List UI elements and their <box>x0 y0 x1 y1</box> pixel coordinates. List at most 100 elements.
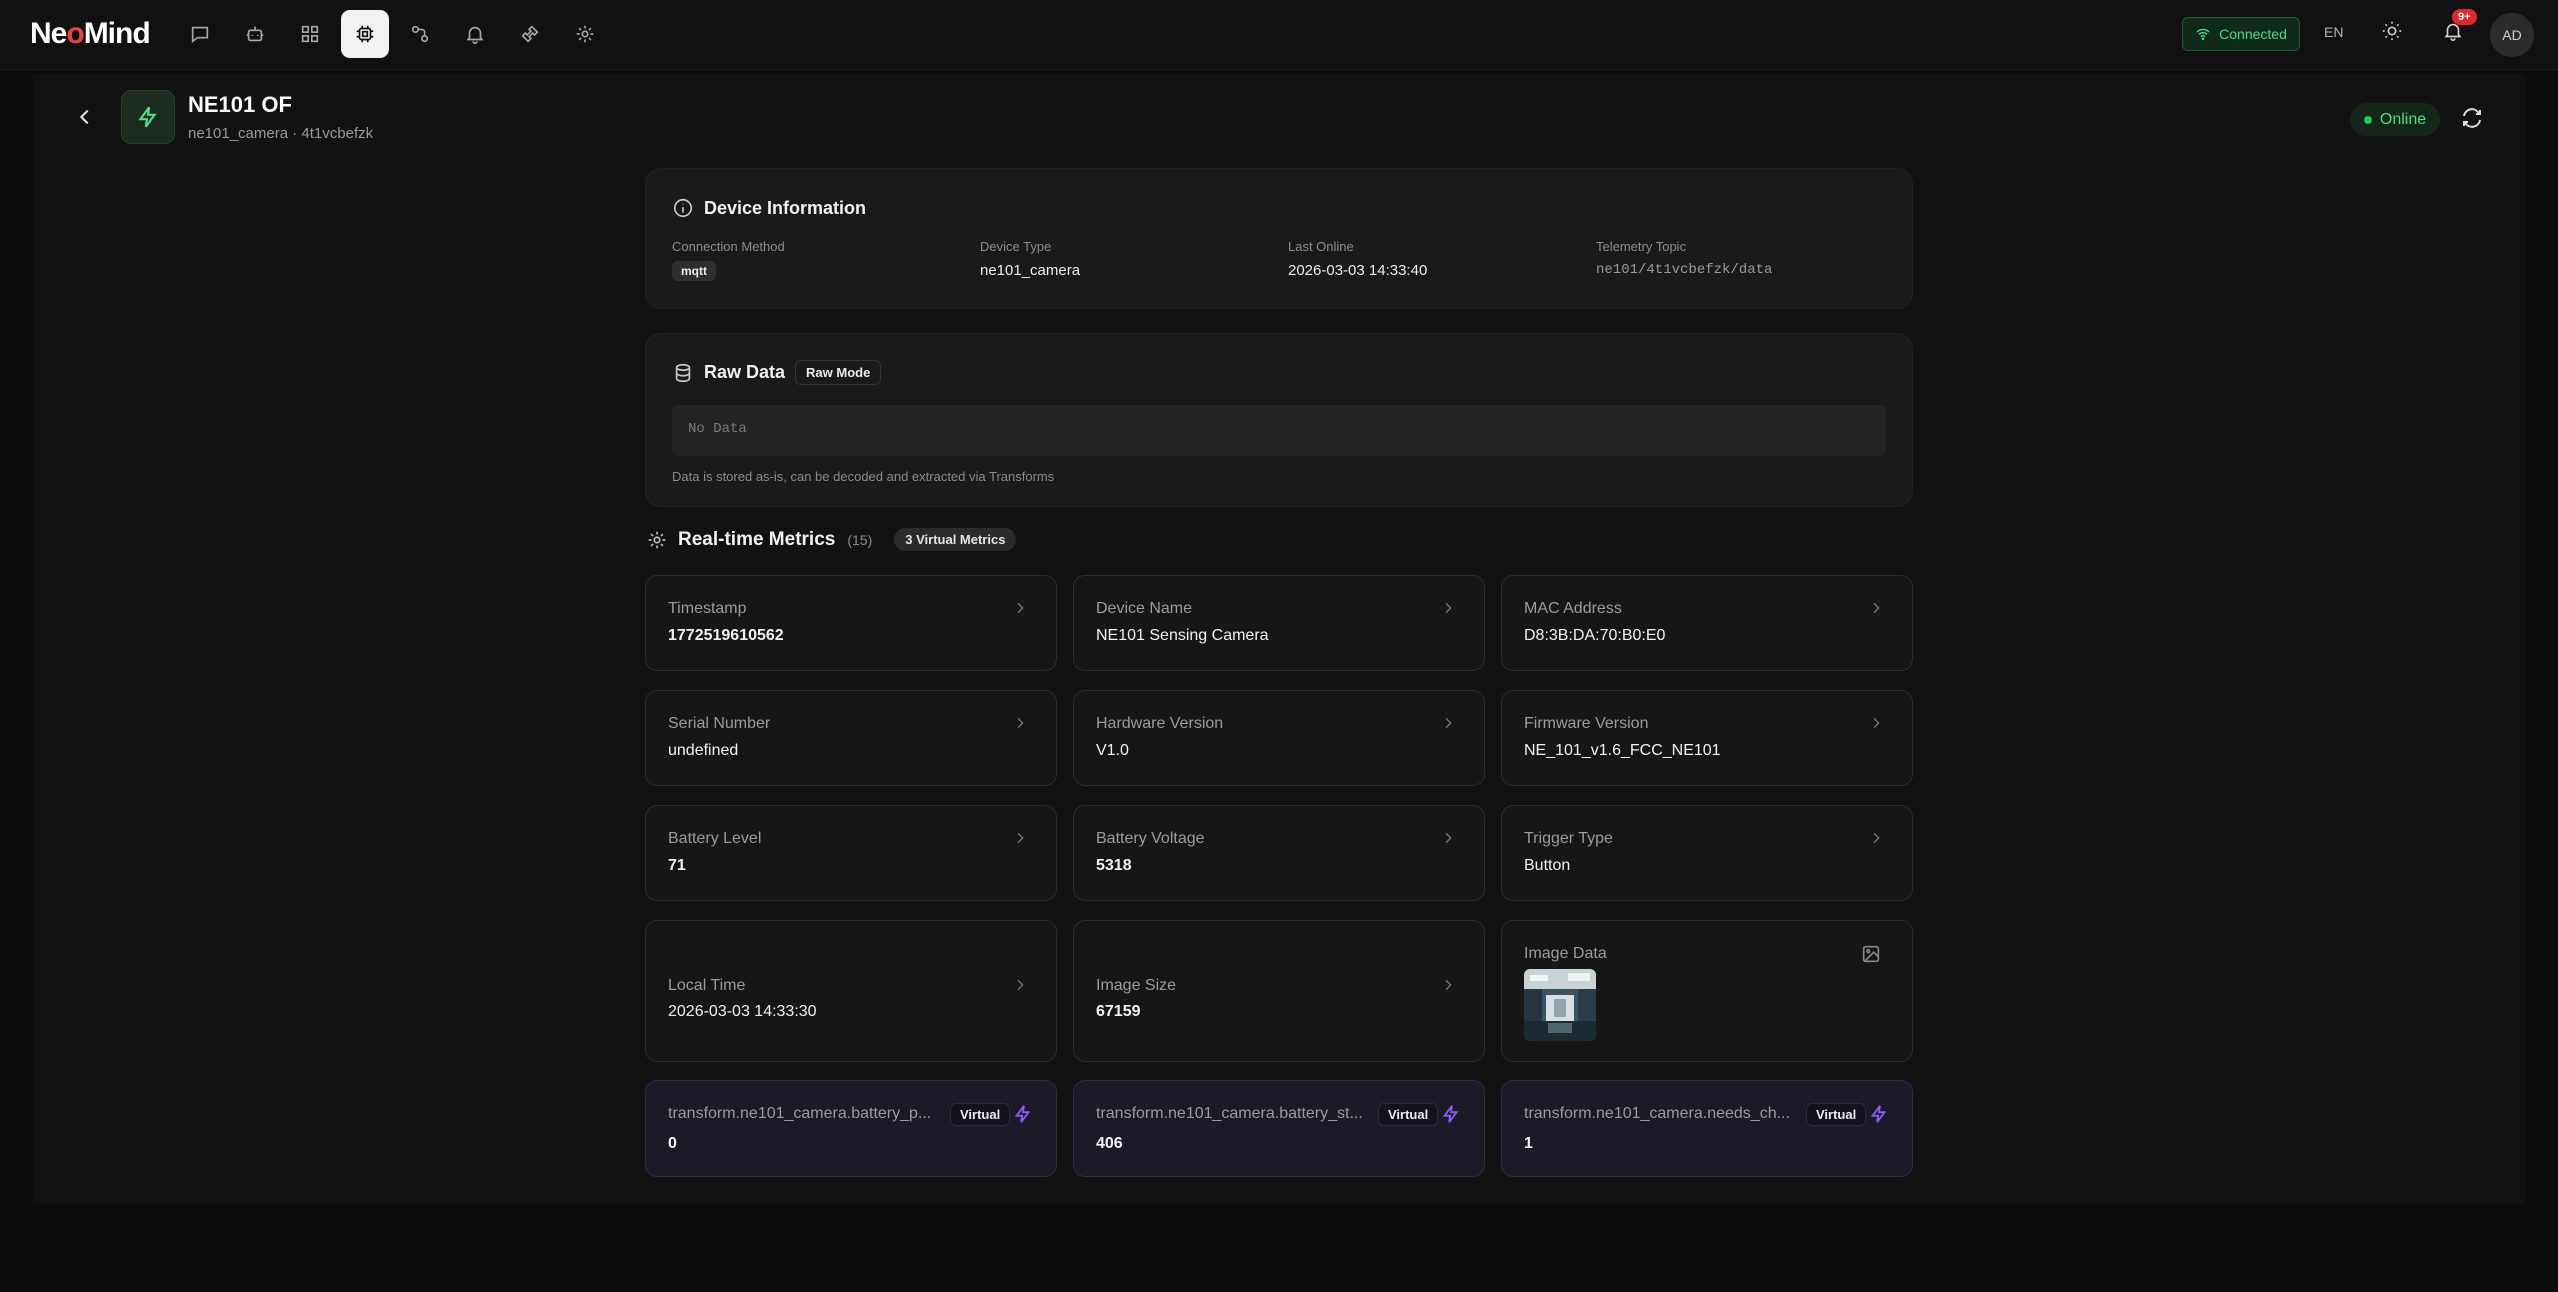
metric-card-device-name[interactable]: Device Name NE101 Sensing Camera <box>1073 575 1485 671</box>
metric-label: transform.ne101_camera.battery_p... <box>668 1105 932 1122</box>
metric-card-image-data[interactable]: Image Data <box>1501 920 1913 1062</box>
last-online-field: Last Online 2026-03-03 14:33:40 <box>1288 239 1427 279</box>
connection-method-value: mqtt <box>672 261 716 281</box>
database-icon <box>675 363 691 382</box>
nav-devices-button[interactable] <box>341 10 389 58</box>
virtual-metric-card-battery-percent[interactable]: transform.ne101_camera.battery_p... Virt… <box>645 1080 1057 1177</box>
language-switcher[interactable]: EN <box>2324 24 2343 40</box>
theme-toggle[interactable] <box>2381 20 2403 47</box>
connection-label: Connected <box>2219 26 2287 42</box>
back-button[interactable] <box>74 106 96 133</box>
metric-card-trigger-type[interactable]: Trigger Type Button <box>1501 805 1913 901</box>
info-icon <box>673 198 693 218</box>
metric-card-timestamp[interactable]: Timestamp 1772519610562 <box>645 575 1057 671</box>
metric-label: Image Data <box>1524 945 1607 962</box>
connection-method-field: Connection Method mqtt <box>672 239 785 281</box>
device-type-field: Device Type ne101_camera <box>980 239 1080 279</box>
metric-label: Serial Number <box>668 715 771 732</box>
realtime-metrics-heading: Real-time Metrics (15) 3 Virtual Metrics <box>646 528 1017 551</box>
metric-card-battery-level[interactable]: Battery Level 71 <box>645 805 1057 901</box>
metric-value: 2026-03-03 14:33:30 <box>668 1003 817 1020</box>
metric-label: transform.ne101_camera.battery_st... <box>1096 1105 1363 1122</box>
chip-icon <box>356 25 374 43</box>
nav-plugins-button[interactable] <box>506 10 554 58</box>
metric-card-image-size[interactable]: Image Size 67159 <box>1073 920 1485 1062</box>
metric-label: Device Name <box>1096 600 1193 617</box>
chevron-left-icon <box>79 109 89 125</box>
metric-card-firmware-version[interactable]: Firmware Version NE_101_v1.6_FCC_NE101 <box>1501 690 1913 786</box>
nav-chat-button[interactable] <box>176 10 224 58</box>
last-online-label: Last Online <box>1288 239 1354 254</box>
sun-icon <box>2382 21 2402 41</box>
device-information-heading: Device Information <box>672 197 866 219</box>
user-avatar[interactable]: AD <box>2490 13 2534 57</box>
raw-data-panel: Raw Data Raw Mode No Data Data is stored… <box>645 333 1913 507</box>
metric-card-hardware-version[interactable]: Hardware Version V1.0 <box>1073 690 1485 786</box>
metric-value: 71 <box>668 857 686 874</box>
device-status-badge: Online <box>2350 103 2440 136</box>
virtual-tag: Virtual <box>950 1103 1011 1126</box>
metrics-count: (15) <box>847 531 873 548</box>
app-logo[interactable]: NeoMind <box>30 17 151 51</box>
chevron-right-icon <box>1012 830 1028 851</box>
metric-value: 67159 <box>1096 1003 1141 1020</box>
chevron-right-icon <box>1868 715 1884 736</box>
virtual-metric-card-battery-status[interactable]: transform.ne101_camera.battery_st... Vir… <box>1073 1080 1485 1177</box>
chevron-right-icon <box>1012 977 1028 998</box>
virtual-metric-card-needs-charge[interactable]: transform.ne101_camera.needs_ch... Virtu… <box>1501 1080 1913 1177</box>
nav-settings-button[interactable] <box>561 10 609 58</box>
chevron-right-icon <box>1440 977 1456 998</box>
raw-mode-toggle[interactable]: Raw Mode <box>795 360 882 385</box>
metric-value: Button <box>1524 857 1571 874</box>
metric-card-local-time[interactable]: Local Time 2026-03-03 14:33:30 <box>645 920 1057 1062</box>
metric-label: Battery Voltage <box>1096 830 1205 847</box>
metric-value: NE101 Sensing Camera <box>1096 627 1269 644</box>
metric-value: V1.0 <box>1096 742 1129 759</box>
virtual-metrics-badge: 3 Virtual Metrics <box>894 528 1017 551</box>
nav-alerts-button[interactable] <box>451 10 499 58</box>
metric-value: 1772519610562 <box>668 627 784 644</box>
nav-agents-button[interactable] <box>231 10 279 58</box>
metric-value: 0 <box>668 1135 677 1152</box>
metric-card-battery-voltage[interactable]: Battery Voltage 5318 <box>1073 805 1485 901</box>
top-navigation-bar: NeoMind Connected EN 9+ AD <box>0 0 2558 70</box>
raw-data-note: Data is stored as-is, can be decoded and… <box>672 469 1055 484</box>
image-data-thumbnail[interactable] <box>1524 969 1596 1041</box>
bell-icon <box>466 26 484 44</box>
metric-label: Local Time <box>668 977 746 994</box>
lightning-icon <box>1440 1103 1462 1130</box>
device-title: NE101 OF <box>188 92 292 117</box>
device-type-label: Device Type <box>980 239 1052 254</box>
device-icon <box>121 90 175 144</box>
status-dot <box>2363 115 2372 124</box>
nav-automation-button[interactable] <box>396 10 444 58</box>
telemetry-topic-label: Telemetry Topic <box>1596 239 1687 254</box>
metric-value: 5318 <box>1096 857 1132 874</box>
chevron-right-icon <box>1440 715 1456 736</box>
metric-value: D8:3B:DA:70:B0:E0 <box>1524 627 1666 644</box>
virtual-tag: Virtual <box>1378 1103 1439 1126</box>
dashboard-icon <box>301 25 319 43</box>
chevron-right-icon <box>1440 830 1456 851</box>
raw-data-content: No Data <box>672 405 1886 456</box>
metric-card-serial-number[interactable]: Serial Number undefined <box>645 690 1057 786</box>
device-status-label: Online <box>2379 110 2427 128</box>
nav-dashboard-button[interactable] <box>286 10 334 58</box>
notification-count-badge: 9+ <box>2452 9 2477 25</box>
metric-label: Firmware Version <box>1524 715 1649 732</box>
refresh-button[interactable] <box>2460 106 2484 135</box>
device-subtitle: ne101_camera · 4t1vcbefzk <box>188 125 374 142</box>
image-icon <box>1860 943 1882 970</box>
metric-label: Battery Level <box>668 830 762 847</box>
main-nav <box>176 10 609 58</box>
metric-value: NE_101_v1.6_FCC_NE101 <box>1524 742 1721 759</box>
metric-card-mac-address[interactable]: MAC Address D8:3B:DA:70:B0:E0 <box>1501 575 1913 671</box>
metric-label: Timestamp <box>668 600 747 617</box>
metric-label: MAC Address <box>1524 600 1622 617</box>
chat-icon <box>191 26 209 44</box>
metric-label: Image Size <box>1096 977 1177 994</box>
metric-value: 406 <box>1096 1135 1123 1152</box>
gear-icon <box>648 531 666 548</box>
robot-icon <box>246 26 264 42</box>
lightning-icon <box>1868 1103 1890 1130</box>
